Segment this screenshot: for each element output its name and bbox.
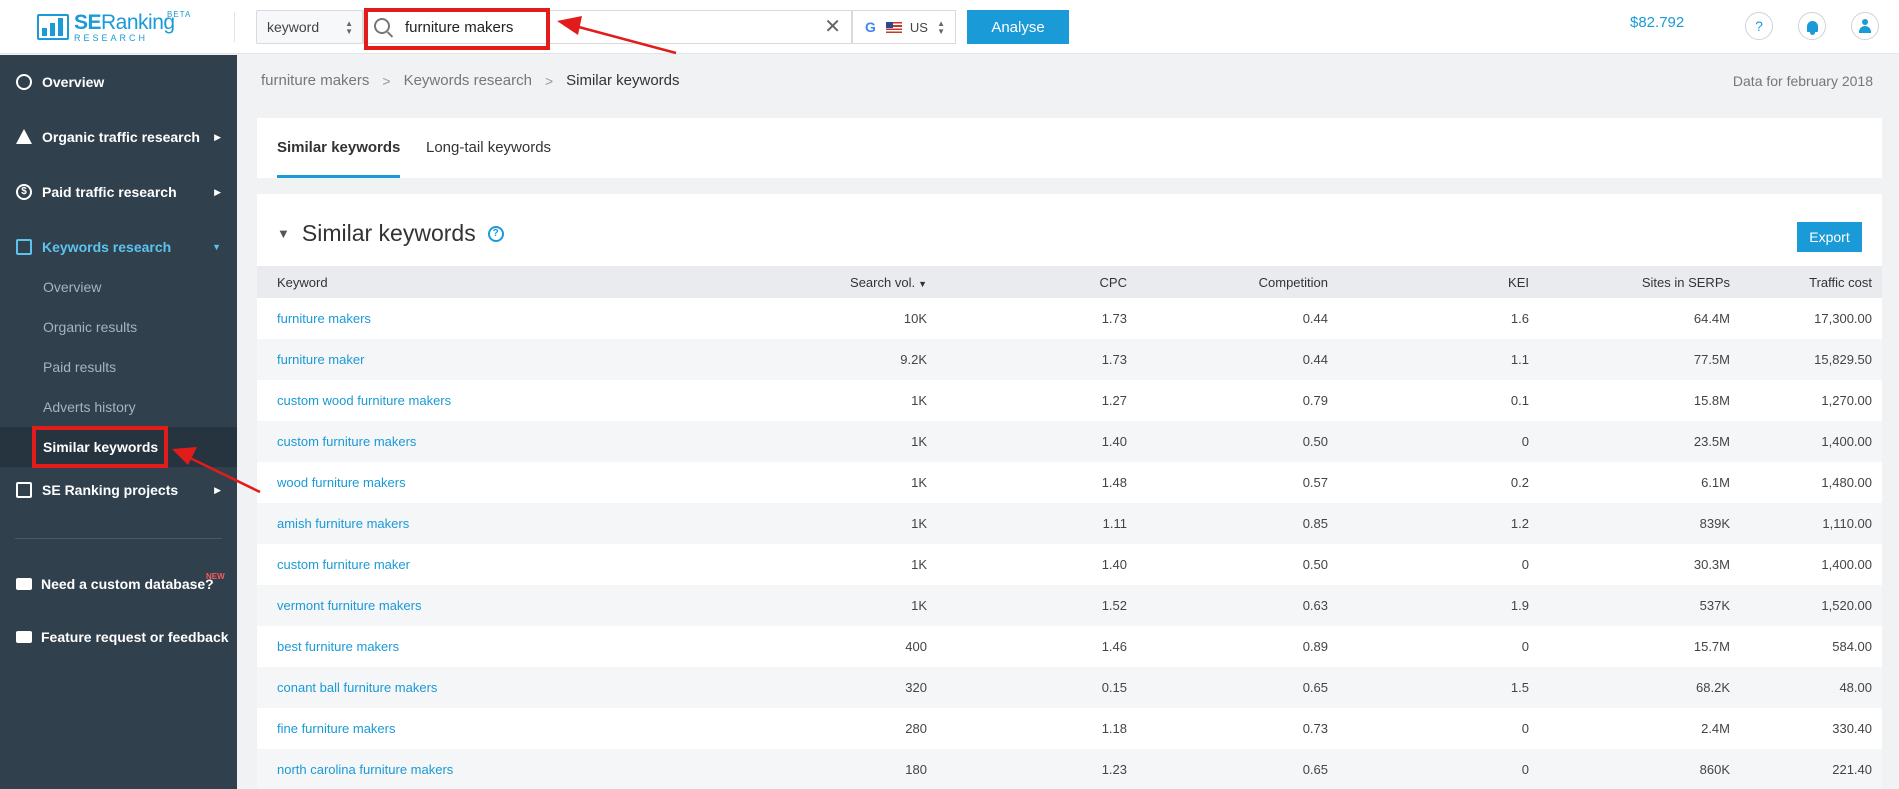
annotation-arrows <box>172 16 677 494</box>
annotation-arrowhead <box>172 447 197 465</box>
annotation-arrow-line <box>574 24 677 55</box>
annotation-arrow-line <box>189 456 261 494</box>
annotation-arrowhead <box>557 16 582 35</box>
